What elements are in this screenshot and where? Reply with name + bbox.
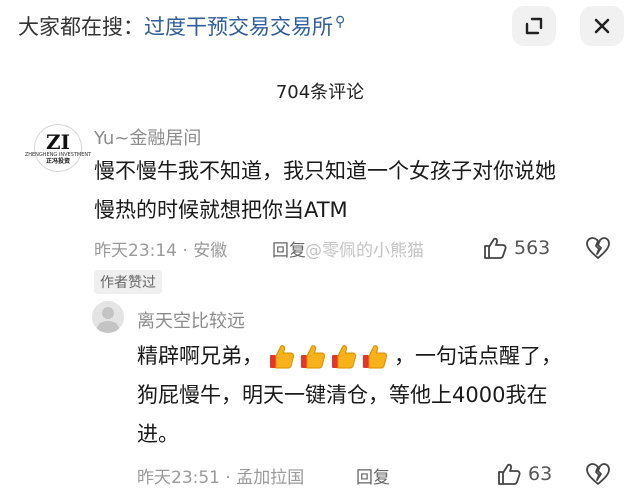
- close-button[interactable]: [580, 6, 624, 46]
- reply-button[interactable]: 回复: [356, 463, 390, 488]
- comment-location: 孟加拉国: [236, 468, 305, 488]
- comment-text: 慢不慢牛我不知道，我只知道一个女孩子对你说她 慢热的时候就想把你当ATM: [94, 152, 556, 230]
- thumbs-up-icon: [270, 345, 295, 369]
- share-button[interactable]: [512, 6, 556, 46]
- thumbs-up-icon: [301, 345, 326, 369]
- search-icon: ⚲: [335, 14, 346, 30]
- like-button[interactable]: 563: [482, 236, 550, 260]
- close-icon: [594, 18, 610, 34]
- avatar[interactable]: ZI ZHENGHENG INVESTMENT 正冯投资: [25, 124, 91, 172]
- dislike-button[interactable]: [585, 236, 611, 264]
- avatar[interactable]: [92, 301, 124, 333]
- broken-heart-icon: [586, 463, 610, 485]
- comment-text-line: 精辟啊兄弟， ，一句话点醒了，: [137, 337, 617, 376]
- like-button[interactable]: 63: [496, 462, 552, 486]
- like-count: 63: [528, 463, 553, 485]
- author-liked-badge: 作者赞过: [94, 270, 162, 294]
- emoji-group: [267, 342, 390, 372]
- share-icon: [525, 17, 543, 35]
- thumbs-up-icon: [363, 345, 388, 369]
- avatar-monogram: ZI: [46, 129, 70, 154]
- comment-username[interactable]: 离天空比较远: [137, 307, 245, 333]
- broken-heart-icon: [586, 237, 610, 259]
- hot-search-prefix: 大家都在搜：: [18, 15, 144, 39]
- reply-button[interactable]: 回复: [272, 236, 306, 261]
- default-avatar-icon: [96, 307, 120, 333]
- thumbs-up-icon: [332, 345, 357, 369]
- comment-time: 昨天23:51: [137, 468, 220, 488]
- hot-search-bar[interactable]: 大家都在搜：过度干预交易交易所 ⚲: [18, 11, 345, 41]
- thumbs-up-outline-icon: [484, 237, 507, 259]
- comment-username[interactable]: Yu~金融居间: [94, 124, 201, 150]
- comment-text-line: 慢热的时候就想把你当ATM: [94, 198, 348, 222]
- thumbs-up-outline-icon: [498, 463, 521, 485]
- like-count: 563: [514, 237, 551, 259]
- avatar-name: 正冯投资: [45, 157, 70, 165]
- hot-search-query[interactable]: 过度干预交易交易所: [144, 15, 333, 39]
- comment-text-part: 精辟啊兄弟，: [137, 344, 263, 368]
- comment-meta: 昨天23:51 · 孟加拉国: [137, 468, 305, 488]
- comment-text-line: 狗屁慢牛，明天一键清仓，等他上4000我在: [137, 383, 548, 407]
- comment-text-line: 进。: [137, 422, 179, 446]
- comment-location: 安徽: [193, 241, 228, 261]
- comment-text: 精辟啊兄弟， ，一句话点醒了， 狗屁慢牛，明天一键清仓，等他上4000我在 进。: [137, 337, 617, 454]
- comment-meta: 昨天23:14 · 安徽: [94, 241, 228, 261]
- watermark: @零佩的小熊猫: [305, 241, 424, 261]
- comment-text-line: 慢不慢牛我不知道，我只知道一个女孩子对你说她: [94, 159, 556, 183]
- comment-count: 704条评论: [275, 82, 365, 103]
- comment-time: 昨天23:14: [94, 241, 177, 261]
- dislike-button[interactable]: [585, 462, 611, 490]
- comment-text-part: ，一句话点醒了，: [394, 344, 562, 368]
